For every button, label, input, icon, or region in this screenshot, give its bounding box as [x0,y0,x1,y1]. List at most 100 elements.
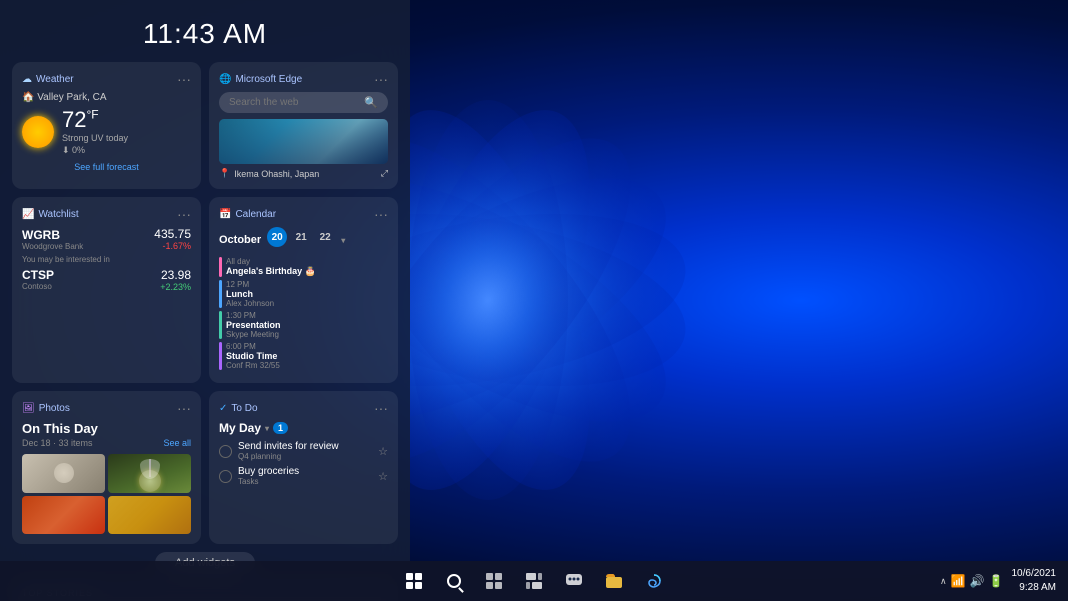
watchlist-title: Watchlist [38,209,78,220]
weather-title: Weather [36,74,74,85]
weather-widget: ☁ Weather ··· 🏠 Valley Park, CA 72°F Str… [12,62,201,189]
cal-day-21[interactable]: 21 [291,227,311,247]
todo-star-2[interactable]: ☆ [378,470,388,483]
cal-event-sub-lunch: Alex Johnson [226,299,274,308]
cloud-icon: ☁ [22,74,32,85]
todo-item-2: Buy groceries Tasks ☆ [219,466,388,486]
cal-day-22[interactable]: 22 [315,227,335,247]
photos-icon: 🖼 [22,403,35,414]
todo-widget-title: To Do [231,403,257,414]
cal-event-content-birthday: All day Angela's Birthday 🎂 [226,257,316,277]
stock-row-ctsp: CTSP Contoso 23.98 +2.23% [22,268,191,292]
taskbar-center [396,563,672,599]
widget-clock: 11:43 AM [0,0,410,62]
stock-info-ctsp: CTSP Contoso [22,268,54,292]
edge-search-bar[interactable]: 🔍 [219,92,388,113]
edge-more-button[interactable]: ··· [374,72,388,86]
edge-title-row: 🌐 Microsoft Edge [219,74,302,85]
volume-icon: 🔊 [970,574,985,588]
start-icon [406,573,422,589]
todo-title-1: Send invites for review [238,441,378,452]
search-button[interactable] [436,563,472,599]
systray-caret-icon[interactable]: ∧ [940,576,947,587]
cal-event-content-lunch: 12 PM Lunch Alex Johnson [226,280,274,308]
cal-event-content-studio: 6:00 PM Studio Time Conf Rm 32/55 [226,342,280,370]
calendar-more-button[interactable]: ··· [374,207,388,221]
calendar-icon: 📅 [219,209,231,220]
todo-chevron-icon[interactable]: ▾ [265,424,269,433]
chart-icon: 📈 [22,209,34,220]
taskbar-date: 10/6/2021 [1012,567,1057,581]
photos-more-button[interactable]: ··· [177,401,191,415]
weather-more-button[interactable]: ··· [177,72,191,86]
taskbar-right: ∧ 📶 🔊 🔋 10/6/2021 9:28 AM [940,567,1056,595]
explorer-icon [605,573,623,589]
todo-text-1: Send invites for review Q4 planning [238,441,378,461]
cal-event-sub-pres: Skype Meeting [226,330,281,339]
stock-price-group-ctsp: 23.98 +2.23% [160,268,191,292]
weather-forecast-link[interactable]: See full forecast [22,162,191,172]
watchlist-more-button[interactable]: ··· [177,207,191,221]
photos-section-title: On This Day [22,421,191,436]
weather-header: ☁ Weather ··· [22,72,191,86]
photos-see-all-link[interactable]: See all [163,438,191,448]
todo-widget: ✓ To Do ··· My Day ▾ 1 Send invites for … [209,391,398,544]
edge-search-input[interactable] [229,97,358,108]
todo-checkbox-2[interactable] [219,470,232,483]
photos-header: 🖼 Photos ··· [22,401,191,415]
photo-thumb-2[interactable] [108,454,191,493]
photos-title-row: 🖼 Photos [22,403,70,414]
photo-thumb-3[interactable] [22,496,105,535]
weather-title-row: ☁ Weather [22,74,74,85]
start-button[interactable] [396,563,432,599]
taskbar-datetime[interactable]: 10/6/2021 9:28 AM [1012,567,1057,595]
todo-star-1[interactable]: ☆ [378,445,388,458]
calendar-chevron-icon[interactable]: ▾ [341,236,345,245]
photo-thumb-4[interactable] [108,496,191,535]
photo-thumb-1[interactable] [22,454,105,493]
edge-header: 🌐 Microsoft Edge ··· [219,72,388,86]
cal-event-sub-studio: Conf Rm 32/55 [226,361,280,370]
widgets-icon [526,573,542,589]
watchlist-widget: 📈 Watchlist ··· WGRB Woodgrove Bank 435.… [12,197,201,383]
watchlist-header: 📈 Watchlist ··· [22,207,191,221]
wifi-icon: 📶 [951,574,966,588]
explorer-button[interactable] [596,563,632,599]
todo-checkbox-1[interactable] [219,445,232,458]
weather-temp-group: 72°F Strong UV today ⬇ 0% [62,107,128,156]
stock-name-ctsp: Contoso [22,282,54,291]
photos-date: Dec 18 · 33 items [22,438,93,448]
calendar-widget: 📅 Calendar ··· October 20 21 22 ▾ All da… [209,197,398,383]
cal-day-20[interactable]: 20 [267,227,287,247]
stock-name-wgrb: Woodgrove Bank [22,242,83,251]
widget-panel: 11:43 AM ☁ Weather ··· 🏠 Valley Park, CA… [0,0,410,601]
stock-price-wgrb: 435.75 [154,227,191,241]
photos-meta: Dec 18 · 33 items See all [22,438,191,448]
widgets-button[interactable] [516,563,552,599]
cal-event-title-pres: Presentation [226,320,281,330]
weather-temperature: 72°F [62,107,128,133]
todo-sub-2: Tasks [238,477,378,486]
todo-more-button[interactable]: ··· [374,401,388,415]
todo-header: ✓ To Do ··· [219,401,388,415]
stock-ticker-wgrb: WGRB [22,228,83,242]
calendar-header: 📅 Calendar ··· [219,207,388,221]
search-icon: 🔍 [364,96,378,109]
todo-badge: 1 [273,422,288,434]
edge-preview-image [219,119,388,164]
taskview-button[interactable] [476,563,512,599]
todo-text-2: Buy groceries Tasks [238,466,378,486]
taskview-icon [486,573,502,589]
photos-widget: 🖼 Photos ··· On This Day Dec 18 · 33 ite… [12,391,201,544]
stock-price-group-wgrb: 435.75 -1.67% [154,227,191,251]
edge-widget: 🌐 Microsoft Edge ··· 🔍 📍 Ikema Ohashi, J… [209,62,398,189]
chat-button[interactable] [556,563,592,599]
cal-event-time-pres: 1:30 PM [226,311,281,320]
edge-taskbar-icon [646,573,662,589]
battery-icon: 🔋 [989,574,1004,588]
edge-taskbar-button[interactable] [636,563,672,599]
cal-event-title-birthday: Angela's Birthday 🎂 [226,266,316,277]
cal-event-title-studio: Studio Time [226,351,280,361]
todo-sub-1: Q4 planning [238,452,378,461]
cal-event-bar-lunch [219,280,222,308]
